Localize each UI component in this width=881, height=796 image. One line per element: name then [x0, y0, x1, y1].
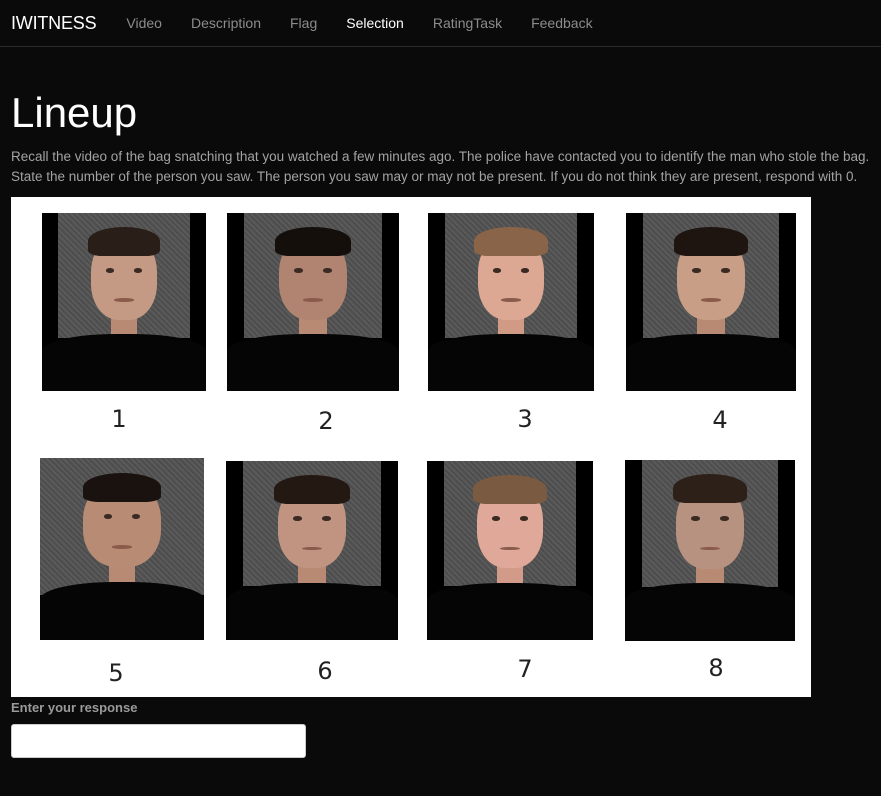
lineup-photo-2	[227, 213, 399, 391]
instructions-text: Recall the video of the bag snatching th…	[11, 149, 870, 184]
lineup-photo-1	[42, 213, 206, 391]
nav-item-video[interactable]: Video	[126, 15, 162, 31]
page-title: Lineup	[11, 89, 138, 136]
lineup-number-1: 1	[111, 405, 127, 433]
nav-item-feedback[interactable]: Feedback	[531, 15, 592, 31]
lineup-number-2: 2	[318, 407, 334, 435]
nav-item-selection[interactable]: Selection	[346, 15, 404, 31]
lineup-photo-3	[428, 213, 594, 391]
response-label: Enter your response	[11, 700, 138, 715]
lineup-photo-8	[625, 460, 795, 641]
lineup-photo-7	[427, 461, 593, 640]
lineup-number-7: 7	[517, 655, 533, 683]
response-input[interactable]	[11, 724, 306, 758]
nav-item-flag[interactable]: Flag	[290, 15, 317, 31]
lineup-photo-5	[40, 458, 204, 640]
lineup-photo-4	[626, 213, 796, 391]
lineup-number-8: 8	[708, 654, 724, 682]
brand-logo[interactable]: IWITNESS	[0, 13, 126, 34]
lineup-image: 1 2 3 4 5 6 7 8	[11, 197, 811, 697]
lineup-photo-6	[226, 461, 398, 640]
nav-item-description[interactable]: Description	[191, 15, 261, 31]
lineup-number-6: 6	[317, 657, 333, 685]
lineup-number-5: 5	[108, 659, 124, 687]
nav-item-ratingtask[interactable]: RatingTask	[433, 15, 502, 31]
lineup-number-4: 4	[712, 406, 728, 434]
lineup-number-3: 3	[517, 405, 533, 433]
navbar: IWITNESS Video Description Flag Selectio…	[0, 0, 881, 47]
main-content: Lineup Recall the video of the bag snatc…	[0, 89, 881, 758]
